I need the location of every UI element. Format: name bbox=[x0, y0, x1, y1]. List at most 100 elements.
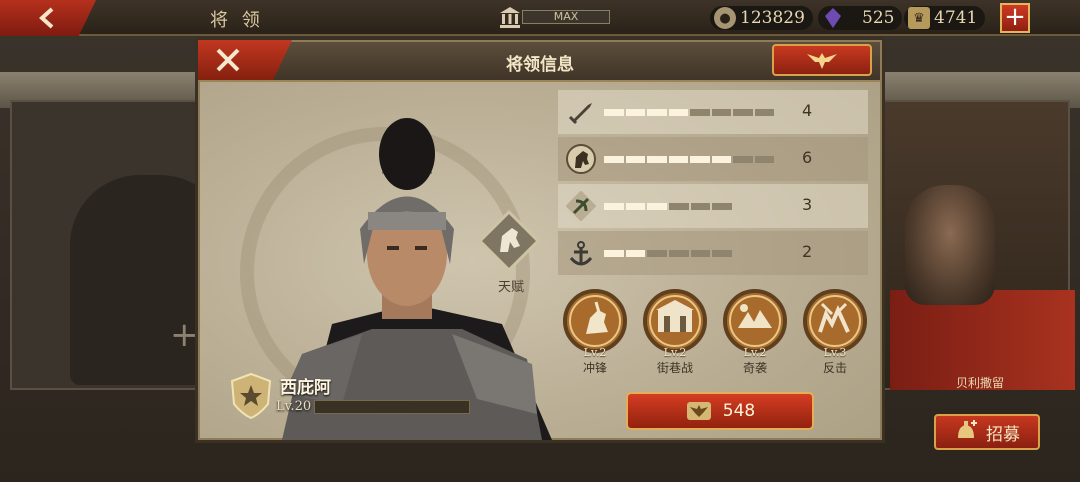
stat-bar-segment bbox=[712, 250, 733, 257]
stat-row: 3 bbox=[558, 184, 868, 228]
stat-bar-segment bbox=[690, 250, 711, 257]
stat-bar bbox=[604, 203, 733, 210]
gem-value: 525 bbox=[862, 8, 895, 28]
stat-bar-segment bbox=[668, 156, 688, 163]
skill-level: Lv.2 bbox=[583, 346, 607, 359]
talent-label: 天赋 bbox=[497, 280, 524, 295]
stat-bar-segment bbox=[625, 203, 646, 210]
skill-slot[interactable]: Lv.3 反击 bbox=[800, 288, 870, 376]
stat-bar-segment bbox=[754, 156, 774, 163]
token-value: 4741 bbox=[934, 8, 978, 28]
stat-bar-segment bbox=[690, 156, 710, 163]
stat-bar bbox=[604, 109, 774, 116]
hero-info-modal: 将领信息 天赋 西庇阿 Lv.20 0/3470 4 6 3 2 Lv.2 冲锋… bbox=[198, 40, 882, 440]
stat-row: 4 bbox=[558, 90, 868, 134]
hero-name-plate: 西庇阿 Lv.20 0/3470 bbox=[230, 370, 530, 440]
back-button[interactable] bbox=[0, 0, 96, 36]
sword-icon bbox=[568, 103, 592, 125]
skill-emblem-icon bbox=[723, 289, 787, 353]
skill-emblem-icon bbox=[643, 289, 707, 353]
stat-bar-segment bbox=[625, 109, 645, 116]
stat-row: 6 bbox=[558, 137, 868, 181]
eagle-token-icon bbox=[686, 402, 711, 420]
stat-bar-segment bbox=[604, 203, 624, 210]
hero-name: 西庇阿 bbox=[280, 378, 331, 398]
stat-bar bbox=[604, 156, 774, 163]
stat-row: 2 bbox=[558, 231, 868, 275]
stat-bar-segment bbox=[733, 156, 753, 163]
stat-bar-segment bbox=[690, 109, 710, 116]
stat-bar-segment bbox=[754, 109, 774, 116]
stat-bar-segment bbox=[647, 203, 668, 210]
stat-bar-segment bbox=[711, 109, 731, 116]
eagle-icon bbox=[807, 53, 837, 69]
stat-bar-segment bbox=[647, 109, 667, 116]
stat-bar-segment bbox=[625, 156, 645, 163]
token-counter: ♛ 4741 bbox=[904, 6, 986, 30]
recruit-helmet-icon bbox=[958, 420, 977, 438]
hero-level: Lv.20 bbox=[276, 399, 312, 414]
anchor-icon bbox=[569, 241, 593, 266]
xp-bar: 0/3470 bbox=[314, 400, 470, 414]
skill-slot[interactable]: Lv.2 冲锋 bbox=[560, 288, 630, 376]
talent-horse-icon[interactable] bbox=[478, 210, 540, 272]
cost-value: 548 bbox=[722, 401, 756, 421]
add-hero-icon: + bbox=[170, 315, 199, 355]
stat-value: 4 bbox=[802, 101, 813, 120]
stat-bar-segment bbox=[711, 156, 731, 163]
skill-name: 街巷战 bbox=[656, 361, 693, 375]
page-title: 将 领 bbox=[210, 10, 264, 31]
close-icon bbox=[216, 48, 240, 72]
stat-bar-segment bbox=[625, 250, 646, 257]
stat-bar-segment bbox=[669, 203, 689, 210]
skill-level: Lv.2 bbox=[663, 346, 687, 359]
stat-bar bbox=[604, 250, 733, 257]
upgrade-cost-button[interactable]: 548 bbox=[626, 392, 814, 430]
skill-name: 奇袭 bbox=[742, 361, 767, 375]
stat-bar-segment bbox=[604, 250, 624, 257]
stat-value: 3 bbox=[802, 195, 813, 214]
coin-counter: ● 123829 bbox=[710, 6, 813, 30]
skill-name: 冲锋 bbox=[582, 361, 607, 375]
skill-name: 反击 bbox=[822, 361, 847, 375]
skill-emblem-icon bbox=[563, 289, 627, 353]
stat-bar-segment bbox=[733, 109, 753, 116]
side-hero-portrait bbox=[905, 185, 995, 305]
skill-emblem-icon bbox=[803, 289, 867, 353]
stat-bar-segment bbox=[669, 250, 689, 257]
stat-bar-segment bbox=[647, 156, 667, 163]
skill-slot[interactable]: Lv.2 街巷战 bbox=[640, 288, 710, 376]
skill-slot[interactable]: Lv.2 奇袭 bbox=[720, 288, 790, 376]
eagle-token-icon: ♛ bbox=[908, 7, 930, 29]
stat-bar-segment bbox=[712, 203, 733, 210]
bow-icon bbox=[566, 191, 596, 221]
coin-icon: ● bbox=[714, 7, 736, 29]
top-bar: 将 领 MAX ● 123829 525 ♛ 4741 + bbox=[0, 0, 1080, 36]
stats-panel: 4 6 3 2 bbox=[558, 90, 868, 278]
gem-counter: 525 bbox=[818, 6, 903, 30]
recruit-button[interactable]: 招募 bbox=[934, 414, 1040, 450]
side-hero-name: 贝利撒留 bbox=[955, 376, 1004, 390]
stat-bar-segment bbox=[604, 109, 624, 116]
temple-icon bbox=[500, 7, 520, 28]
coin-value: 123829 bbox=[740, 8, 805, 28]
eagle-button[interactable] bbox=[772, 44, 872, 76]
recruit-label: 招募 bbox=[986, 424, 1020, 445]
skill-level: Lv.3 bbox=[823, 346, 847, 359]
rank-shield-icon bbox=[230, 372, 272, 420]
stat-bar-segment bbox=[647, 250, 668, 257]
gem-icon bbox=[825, 8, 841, 28]
max-label: MAX bbox=[522, 10, 610, 24]
stat-bar-segment bbox=[690, 203, 711, 210]
stat-bar-segment bbox=[604, 156, 624, 163]
stat-value: 2 bbox=[802, 242, 813, 261]
building-capacity: MAX bbox=[498, 6, 610, 28]
stat-value: 6 bbox=[802, 148, 813, 167]
xp-text: 0/3470 bbox=[374, 401, 410, 412]
add-resource-button[interactable]: + bbox=[1000, 3, 1030, 33]
skills-panel: Lv.2 冲锋 Lv.2 街巷战 Lv.2 奇袭 Lv.3 反击 bbox=[560, 288, 880, 378]
horse-icon bbox=[566, 144, 596, 174]
back-arrow-icon bbox=[39, 7, 54, 29]
stat-bar-segment bbox=[668, 109, 688, 116]
skill-level: Lv.2 bbox=[743, 346, 767, 359]
